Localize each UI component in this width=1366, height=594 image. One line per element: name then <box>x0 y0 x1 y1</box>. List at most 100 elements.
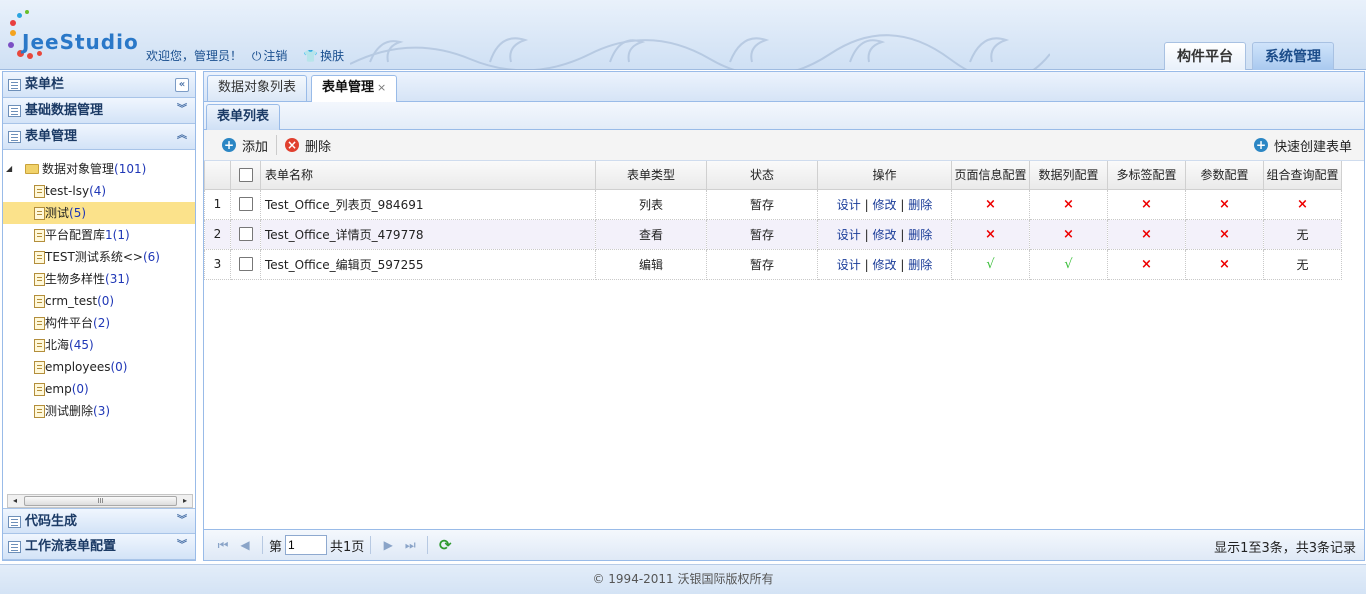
app-logo[interactable]: JeeStudio <box>8 10 143 62</box>
logout-link[interactable]: ⏻ 注销 <box>252 49 294 63</box>
param-config-cell[interactable]: × <box>1185 248 1264 280</box>
row-checkbox[interactable] <box>238 257 253 272</box>
col-header-actions[interactable]: 操作 <box>817 161 952 190</box>
main-panel: 数据对象列表 表单管理 × 表单列表 + 添加 × 删除 + 快速创建表单 表单名称 表… <box>203 71 1365 561</box>
tree-item[interactable]: 生物多样性(31) <box>3 268 195 290</box>
document-icon <box>34 295 45 308</box>
tree-item[interactable]: 构件平台(2) <box>3 312 195 334</box>
col-header-form-name[interactable]: 表单名称 <box>260 161 596 190</box>
page-config-cell[interactable]: √ <box>951 248 1030 280</box>
col-header-page-config[interactable]: 页面信息配置 <box>951 161 1030 190</box>
op-separator: | <box>900 227 905 242</box>
actions-cell: 设计 | 修改 | 删除 <box>817 248 952 280</box>
tree-item[interactable]: employees(0) <box>3 356 195 378</box>
sidebar-section-code-generation[interactable]: 代码生成 ︾ <box>3 508 195 534</box>
tree-item[interactable]: TEST测试系统<>(6) <box>3 246 195 268</box>
table-row[interactable]: 2 Test_Office_详情页_479778 查看 暂存 设计 | 修改 |… <box>204 218 1342 250</box>
tree-item[interactable]: emp(0) <box>3 378 195 400</box>
param-config-cell[interactable]: × <box>1185 218 1264 250</box>
delete-button[interactable]: × 删除 <box>279 133 337 157</box>
column-config-cell[interactable]: × <box>1029 188 1108 220</box>
op-separator: | <box>864 257 869 272</box>
section-icon <box>8 541 21 553</box>
next-page-icon[interactable]: ▶ <box>377 535 399 555</box>
param-config-cell[interactable]: × <box>1185 188 1264 220</box>
sidebar-section-form-management[interactable]: 表单管理 ︽ <box>3 124 195 150</box>
sidebar-section-basic-data[interactable]: 基础数据管理 ︾ <box>3 98 195 124</box>
last-page-icon[interactable]: ⏭ <box>399 535 421 555</box>
form-table: 表单名称 表单类型 状态 操作 页面信息配置 数据列配置 多标签配置 参数配置 … <box>204 161 1342 280</box>
expand-chevron-icon[interactable]: ︾ <box>175 540 189 554</box>
tree-item[interactable]: crm_test(0) <box>3 290 195 312</box>
col-header-status[interactable]: 状态 <box>706 161 818 190</box>
subtab-form-list[interactable]: 表单列表 <box>206 104 281 130</box>
scroll-left-arrow-icon[interactable]: ◂ <box>8 495 22 507</box>
query-config-cell[interactable]: 无 <box>1263 218 1342 250</box>
col-header-tab-config[interactable]: 多标签配置 <box>1107 161 1186 190</box>
tree-item[interactable]: test-lsy(4) <box>3 180 195 202</box>
col-header-param-config[interactable]: 参数配置 <box>1185 161 1264 190</box>
tab-label: 表单管理 <box>322 80 375 95</box>
tab-config-cell[interactable]: × <box>1107 218 1186 250</box>
sidebar-section-workflow-form[interactable]: 工作流表单配置 ︾ <box>3 534 195 560</box>
tab-config-cell[interactable]: × <box>1107 188 1186 220</box>
first-page-icon[interactable]: ⏮ <box>212 535 234 555</box>
col-header-form-type[interactable]: 表单类型 <box>595 161 707 190</box>
row-checkbox[interactable] <box>238 227 253 242</box>
page-config-cell[interactable]: × <box>951 188 1030 220</box>
col-header-column-config[interactable]: 数据列配置 <box>1029 161 1108 190</box>
add-label: 添加 <box>242 139 269 155</box>
query-config-cell[interactable]: × <box>1263 188 1342 220</box>
col-header-query-config[interactable]: 组合查询配置 <box>1263 161 1342 190</box>
edit-link[interactable]: 修改 <box>872 228 896 242</box>
tree-horizontal-scrollbar[interactable]: ◂ III ▸ <box>7 494 193 508</box>
delete-link[interactable]: 删除 <box>908 228 932 242</box>
query-config-cell[interactable]: 无 <box>1263 248 1342 280</box>
page-config-cell[interactable]: × <box>951 218 1030 250</box>
design-link[interactable]: 设计 <box>837 228 861 242</box>
table-row[interactable]: 1 Test_Office_列表页_984691 列表 暂存 设计 | 修改 |… <box>204 188 1342 220</box>
edit-link[interactable]: 修改 <box>872 258 896 272</box>
delete-link[interactable]: 删除 <box>908 198 932 212</box>
tree-item[interactable]: 测试删除(3) <box>3 400 195 422</box>
tree-item[interactable]: 平台配置库1(1) <box>3 224 195 246</box>
expand-chevron-icon[interactable]: ︾ <box>175 104 189 118</box>
collapse-chevron-icon[interactable]: ︽ <box>175 130 189 144</box>
edit-link[interactable]: 修改 <box>872 198 896 212</box>
skin-link[interactable]: 👕 换肤 <box>303 49 350 63</box>
top-tab-component-platform[interactable]: 构件平台 <box>1164 42 1246 70</box>
refresh-icon[interactable]: ⟳ <box>434 535 456 555</box>
tab-data-object-list[interactable]: 数据对象列表 <box>207 75 308 101</box>
tree-item[interactable]: 北海(45) <box>3 334 195 356</box>
none-text: 无 <box>1296 227 1309 242</box>
expand-chevron-icon[interactable]: ︾ <box>175 515 189 529</box>
collapse-sidebar-icon[interactable]: « <box>175 78 189 92</box>
page-number-input[interactable] <box>285 535 328 555</box>
tree-item-selected[interactable]: 测试(5) <box>3 202 195 224</box>
scroll-right-arrow-icon[interactable]: ▸ <box>178 495 192 507</box>
design-link[interactable]: 设计 <box>837 258 861 272</box>
prev-page-icon[interactable]: ◀ <box>234 535 256 555</box>
scrollbar-thumb[interactable]: III <box>24 496 177 506</box>
decorative-floral-pattern <box>350 34 1050 70</box>
row-number: 2 <box>204 218 231 250</box>
table-row[interactable]: 3 Test_Office_编辑页_597255 编辑 暂存 设计 | 修改 |… <box>204 248 1342 280</box>
row-checkbox[interactable] <box>238 197 253 212</box>
design-link[interactable]: 设计 <box>837 198 861 212</box>
add-button[interactable]: + 添加 <box>216 133 274 157</box>
sidebar-title: 菜单栏 <box>25 77 65 92</box>
quick-create-form-button[interactable]: + 快速创建表单 <box>1248 133 1358 157</box>
delete-link[interactable]: 删除 <box>908 258 932 272</box>
close-tab-icon[interactable]: × <box>377 81 386 94</box>
folder-icon <box>25 164 39 174</box>
tab-form-management[interactable]: 表单管理 × <box>311 75 398 102</box>
tree-expand-arrow-icon[interactable]: ◢ <box>6 158 12 180</box>
top-tab-system-management[interactable]: 系统管理 <box>1252 42 1334 70</box>
column-config-cell[interactable]: √ <box>1029 248 1108 280</box>
tab-config-cell[interactable]: × <box>1107 248 1186 280</box>
row-select-cell <box>230 218 261 250</box>
tree-root[interactable]: ◢ 数据对象管理(101) <box>3 158 195 180</box>
delete-icon: × <box>285 138 300 152</box>
select-all-checkbox[interactable] <box>238 168 253 182</box>
column-config-cell[interactable]: × <box>1029 218 1108 250</box>
